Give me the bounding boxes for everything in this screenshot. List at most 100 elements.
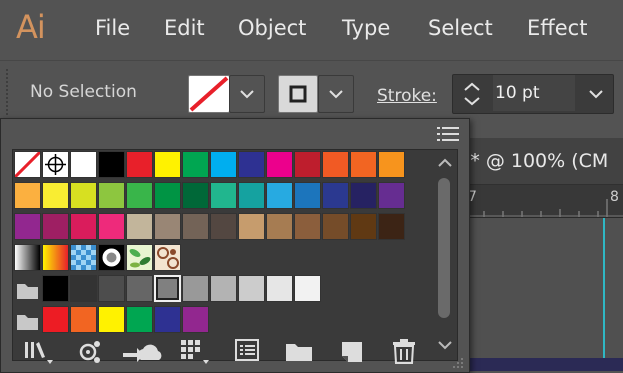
grip-handle-icon[interactable] [4, 69, 10, 115]
color-swatch[interactable] [42, 306, 69, 333]
color-swatch[interactable] [350, 182, 377, 209]
color-swatch[interactable] [266, 151, 293, 178]
color-swatch[interactable] [238, 182, 265, 209]
chevron-down-icon[interactable] [579, 75, 613, 113]
delete-swatch-icon[interactable] [389, 336, 419, 366]
color-swatch[interactable] [266, 275, 293, 302]
color-swatch[interactable] [182, 275, 209, 302]
canvas[interactable] [455, 218, 623, 371]
color-swatch[interactable] [98, 182, 125, 209]
color-swatch[interactable] [210, 275, 237, 302]
color-swatch[interactable] [322, 213, 349, 240]
color-swatch[interactable] [238, 275, 265, 302]
color-swatch[interactable] [238, 151, 265, 178]
swatch-group-folder-icon[interactable] [14, 306, 41, 333]
color-swatch[interactable] [210, 213, 237, 240]
color-swatch[interactable] [14, 182, 41, 209]
color-swatch[interactable] [182, 182, 209, 209]
color-swatch[interactable] [70, 182, 97, 209]
pattern-checker-swatch[interactable] [70, 244, 97, 271]
stroke-dropdown[interactable] [318, 75, 354, 113]
color-swatch[interactable] [126, 151, 153, 178]
menu-file[interactable]: File [95, 16, 130, 40]
color-swatch[interactable] [350, 151, 377, 178]
color-swatch[interactable] [266, 213, 293, 240]
color-swatch[interactable] [126, 213, 153, 240]
new-group-folder-icon[interactable] [284, 336, 314, 366]
pattern-swirl-swatch[interactable] [154, 244, 181, 271]
color-swatch[interactable] [70, 151, 97, 178]
menu-object[interactable]: Object [238, 16, 306, 40]
none-swatch[interactable] [13, 150, 42, 179]
color-swatch[interactable] [182, 306, 209, 333]
color-swatch[interactable] [378, 213, 405, 240]
color-swatch[interactable] [154, 182, 181, 209]
gradient-orange-swatch[interactable] [42, 244, 69, 271]
color-swatch[interactable] [322, 151, 349, 178]
stroke-swatch[interactable] [278, 75, 318, 113]
new-swatch-icon[interactable] [337, 336, 367, 366]
color-swatch[interactable] [350, 213, 377, 240]
scroll-thumb[interactable] [438, 178, 450, 318]
pattern-dots-swatch[interactable] [98, 244, 125, 271]
color-swatch[interactable] [154, 306, 181, 333]
color-swatch[interactable] [294, 213, 321, 240]
color-swatch[interactable] [154, 151, 181, 178]
color-group-icon[interactable] [233, 336, 263, 366]
color-swatch[interactable] [98, 306, 125, 333]
color-swatch[interactable] [182, 213, 209, 240]
color-swatch[interactable] [42, 275, 69, 302]
color-swatch[interactable] [126, 275, 153, 302]
color-swatch[interactable] [294, 151, 321, 178]
fill-swatch[interactable] [188, 75, 230, 113]
cloud-library-icon[interactable] [121, 336, 163, 366]
app-logo[interactable]: Ai [16, 8, 46, 46]
swatch-options-icon[interactable] [179, 336, 209, 366]
gradient-grey-swatch[interactable] [14, 244, 41, 271]
document-tab[interactable]: i* @ 100% (CM [455, 138, 623, 185]
color-swatch-selected[interactable] [154, 275, 181, 302]
color-swatch[interactable] [154, 213, 181, 240]
color-swatch[interactable] [98, 151, 125, 178]
color-swatch[interactable] [378, 151, 405, 178]
menu-type[interactable]: Type [342, 16, 390, 40]
color-swatch[interactable] [294, 182, 321, 209]
menu-effect[interactable]: Effect [527, 16, 587, 40]
horizontal-ruler[interactable]: 7 8 [455, 185, 623, 218]
color-swatch[interactable] [126, 182, 153, 209]
color-swatch[interactable] [210, 182, 237, 209]
menu-edit[interactable]: Edit [164, 16, 205, 40]
list-view-icon[interactable] [437, 125, 459, 143]
fill-dropdown[interactable] [229, 75, 265, 113]
color-swatch[interactable] [126, 306, 153, 333]
color-swatch[interactable] [266, 182, 293, 209]
color-swatch[interactable] [238, 213, 265, 240]
color-swatch[interactable] [42, 213, 69, 240]
guide-line[interactable] [603, 218, 605, 371]
color-swatch[interactable] [70, 306, 97, 333]
color-swatch[interactable] [98, 213, 125, 240]
stroke-label[interactable]: Stroke: [377, 86, 437, 106]
pattern-leaves-swatch[interactable] [126, 244, 153, 271]
selection-status: No Selection [30, 82, 137, 102]
color-swatch[interactable] [182, 151, 209, 178]
color-swatch[interactable] [14, 213, 41, 240]
color-swatch[interactable] [378, 182, 405, 209]
swatch-group-folder-icon[interactable] [14, 275, 41, 302]
control-bar: No Selection Stroke: 10 pt [0, 60, 623, 123]
swatch-libraries-icon[interactable] [23, 336, 53, 366]
color-swatch[interactable] [70, 275, 97, 302]
color-swatch[interactable] [210, 151, 237, 178]
color-swatch[interactable] [322, 182, 349, 209]
color-swatch[interactable] [98, 275, 125, 302]
chevron-up-icon[interactable] [437, 156, 453, 168]
stroke-weight-input[interactable]: 10 pt [493, 75, 575, 111]
stepper-icon[interactable] [459, 79, 485, 109]
color-swatch[interactable] [42, 182, 69, 209]
color-swatch[interactable] [294, 275, 321, 302]
color-swatch[interactable] [70, 213, 97, 240]
show-kinds-icon[interactable] [75, 336, 105, 366]
registration-swatch[interactable] [42, 151, 69, 178]
resize-grip-icon[interactable] [451, 356, 465, 370]
menu-select[interactable]: Select [428, 16, 493, 40]
